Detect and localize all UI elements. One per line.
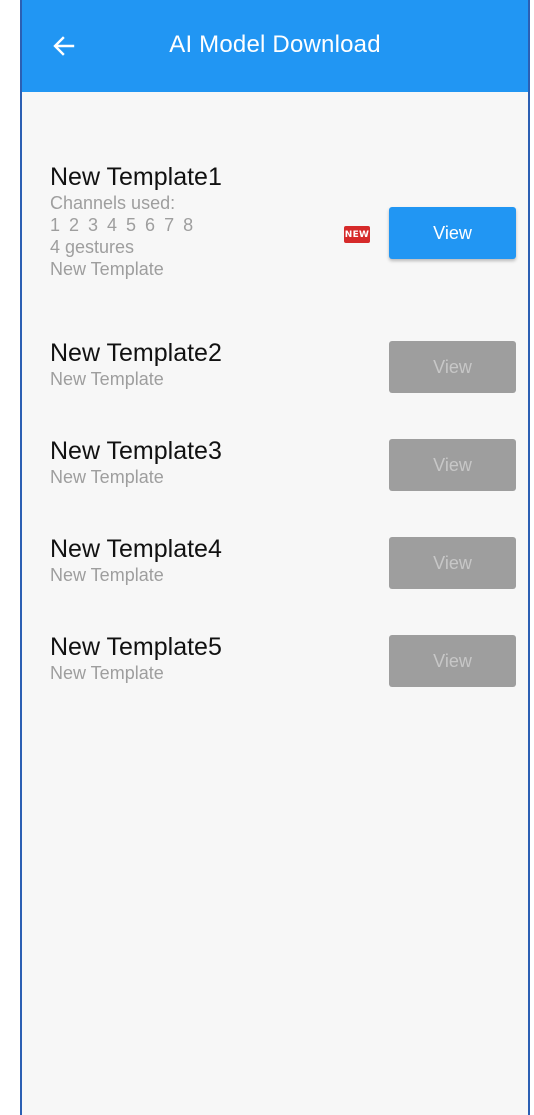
- list-item-template1: New Template1 Channels used: 1 2 3 4 5 6…: [50, 162, 516, 302]
- view-button[interactable]: View: [389, 341, 516, 393]
- view-button[interactable]: View: [389, 635, 516, 687]
- new-badge: NEW: [344, 226, 370, 243]
- list-item-template4: New Template4 New Template View: [50, 534, 516, 594]
- view-button[interactable]: View: [389, 207, 516, 259]
- view-button[interactable]: View: [389, 439, 516, 491]
- phone-frame: AI Model Download New Template1 Channels…: [20, 0, 530, 1115]
- view-button[interactable]: View: [389, 537, 516, 589]
- page-title: AI Model Download: [169, 31, 381, 58]
- list-item-template5: New Template5 New Template View: [50, 632, 516, 692]
- list-item-template2: New Template2 New Template View: [50, 338, 516, 398]
- item-subtitle: New Template: [50, 259, 164, 279]
- list-item-template3: New Template3 New Template View: [50, 436, 516, 496]
- app-bar: AI Model Download: [22, 0, 528, 92]
- item-title: New Template1: [50, 163, 222, 191]
